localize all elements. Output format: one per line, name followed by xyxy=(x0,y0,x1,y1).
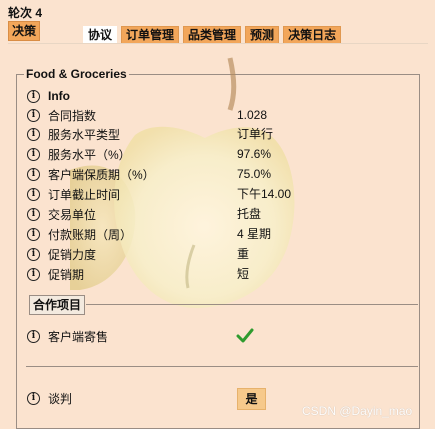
info-icon[interactable]: i xyxy=(27,227,40,241)
info-icon[interactable]: i xyxy=(27,329,40,343)
row-label: 付款账期（周） xyxy=(48,227,133,242)
row-label: 促销期 xyxy=(48,267,85,282)
tab-forecast[interactable]: 预测 xyxy=(245,26,280,44)
tab-divider xyxy=(8,43,428,44)
info-icon[interactable]: i xyxy=(27,391,40,405)
panel-title: Food & Groceries xyxy=(24,67,129,81)
checkmark-icon xyxy=(236,328,254,343)
info-icon[interactable]: i xyxy=(27,267,40,281)
info-row-payment-term: i 付款账期（周） xyxy=(27,225,132,243)
service-level-type-value: 订单行 xyxy=(237,127,274,141)
round-title: 轮次 4 xyxy=(8,6,43,20)
row-label: 促销力度 xyxy=(48,247,97,262)
promotion-intensity-value: 重 xyxy=(237,247,250,261)
cooperation-header: 合作项目 xyxy=(29,295,86,315)
row-label: 交易单位 xyxy=(48,207,97,222)
negotiation-label: 谈判 xyxy=(48,391,73,406)
info-icon[interactable]: i xyxy=(27,187,40,201)
tab-decision-log[interactable]: 决策日志 xyxy=(283,26,342,44)
row-label: 服务水平（%） xyxy=(48,147,131,162)
info-row-promotion-period: i 促销期 xyxy=(27,265,84,283)
info-row-client-shelf-life: i 客户端保质期（%） xyxy=(27,165,155,183)
client-shelf-life-value: 75.0% xyxy=(237,167,272,181)
tab-bar: 协议 订单管理 品类管理 预测 决策日志 xyxy=(83,26,342,44)
row-label: 客户端保质期（%） xyxy=(48,167,155,182)
row-label: 订单截止时间 xyxy=(48,187,121,202)
consignment-row: i 客户端寄售 xyxy=(27,327,108,345)
negotiation-row: i 谈判 xyxy=(27,389,72,407)
info-row-trade-unit: i 交易单位 xyxy=(27,205,96,223)
row-label: 服务水平类型 xyxy=(48,127,121,142)
payment-term-value: 4 星期 xyxy=(237,227,272,241)
tab-category-management[interactable]: 品类管理 xyxy=(183,26,242,44)
decision-button[interactable]: 决策 xyxy=(8,21,41,41)
info-icon[interactable]: i xyxy=(27,247,40,261)
tab-order-management[interactable]: 订单管理 xyxy=(121,26,180,44)
promotion-period-value: 短 xyxy=(237,267,250,281)
section-divider xyxy=(86,304,418,305)
service-level-value: 97.6% xyxy=(237,147,272,161)
info-icon[interactable]: i xyxy=(27,89,40,103)
info-row-order-deadline: i 订单截止时间 xyxy=(27,185,120,203)
info-row-service-level: i 服务水平（%） xyxy=(27,145,131,163)
trade-unit-value: 托盘 xyxy=(237,207,262,221)
row-label: Info xyxy=(48,89,70,103)
watermark: CSDN @Dayin_mao xyxy=(302,404,413,418)
row-label: 合同指数 xyxy=(48,108,97,123)
tab-agreement[interactable]: 协议 xyxy=(83,26,118,44)
info-icon[interactable]: i xyxy=(27,108,40,122)
info-icon[interactable]: i xyxy=(27,147,40,161)
order-deadline-value: 下午14.00 xyxy=(237,187,292,201)
info-icon[interactable]: i xyxy=(27,167,40,181)
info-row-promotion-intensity: i 促销力度 xyxy=(27,245,96,263)
section-divider-bottom xyxy=(26,366,418,367)
info-row-info: i Info xyxy=(27,87,70,105)
contract-index-value: 1.028 xyxy=(237,108,268,122)
info-row-service-level-type: i 服务水平类型 xyxy=(27,125,120,143)
negotiation-yes-button[interactable]: 是 xyxy=(237,388,266,410)
consignment-label: 客户端寄售 xyxy=(48,329,109,344)
info-icon[interactable]: i xyxy=(27,127,40,141)
info-icon[interactable]: i xyxy=(27,207,40,221)
info-row-contract-index: i 合同指数 xyxy=(27,106,96,124)
